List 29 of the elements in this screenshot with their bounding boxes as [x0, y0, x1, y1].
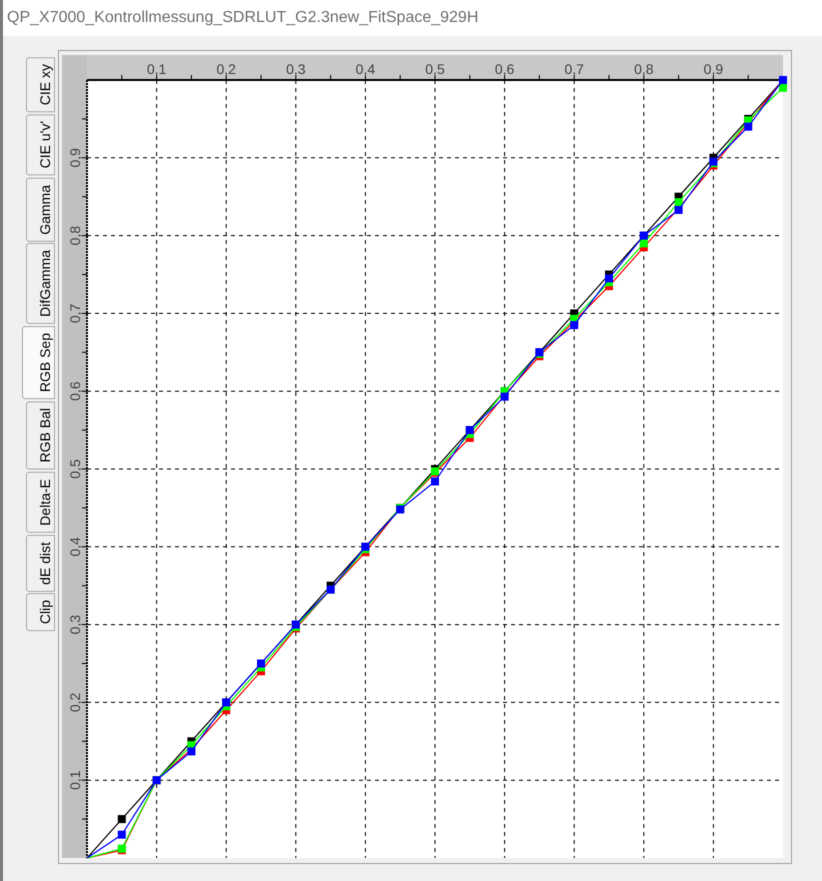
y-tick-label: 0,7: [67, 304, 83, 324]
x-tick-label: 0,8: [634, 61, 654, 77]
y-tick-label: 0,4: [67, 537, 83, 557]
tab[interactable]: RGB Sep: [22, 326, 55, 400]
x-tick-label: 0,3: [286, 61, 306, 77]
tab[interactable]: dE dist: [26, 534, 55, 592]
tab[interactable]: Delta-E: [26, 472, 55, 533]
y-tick-label: 0,5: [67, 459, 83, 479]
corner-box: [62, 55, 87, 80]
y-tick-label: 0,6: [67, 381, 83, 401]
x-tick-label: 0,2: [216, 61, 236, 77]
tab[interactable]: CIE u'v': [26, 114, 55, 176]
tab[interactable]: CIE xy: [26, 57, 55, 112]
y-tick-label: 0,8: [67, 226, 83, 246]
y-tick-label: 0,2: [67, 692, 83, 712]
x-tick-label: 0,7: [564, 61, 584, 77]
x-tick-label: 0,1: [146, 61, 166, 77]
y-tick-label: 0,3: [67, 614, 83, 634]
x-tick-label: 0,6: [494, 61, 514, 77]
x-tick-label: 0,4: [356, 61, 376, 77]
window-title: QP_X7000_Kontrollmessung_SDRLUT_G2.3new_FitSpace_929H: [7, 8, 478, 28]
x-tick-label: 0,5: [425, 61, 445, 77]
x-tick-label: 0,9: [704, 61, 724, 77]
tab[interactable]: Gamma: [26, 178, 55, 242]
tab[interactable]: DifGamma: [26, 243, 55, 324]
y-tick-label: 0,1: [67, 770, 83, 790]
tab[interactable]: Clip: [26, 593, 55, 632]
tab[interactable]: RGB Bal: [26, 401, 55, 470]
y-tick-label: 0,9: [67, 148, 83, 168]
